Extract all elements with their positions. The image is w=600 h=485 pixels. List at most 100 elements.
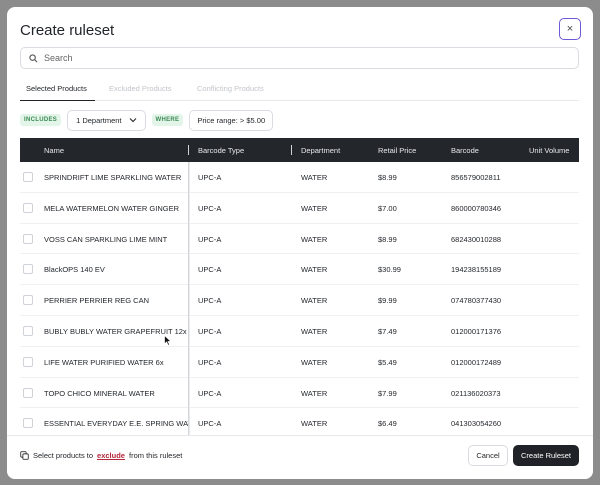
cell-department: WATER (301, 203, 328, 213)
cell-department: WATER (301, 357, 328, 367)
tab-bar: Selected Products Excluded Products Conf… (20, 81, 579, 101)
row-checkbox[interactable] (23, 387, 33, 398)
cell-barcode: 194238155189 (451, 265, 502, 275)
cell-name: SPRINDRIFT LIME SPARKLING WATER (44, 173, 182, 182)
cell-name: BlackOPS 140 EV (44, 265, 105, 275)
row-checkbox[interactable] (23, 295, 33, 306)
table-row[interactable]: MELA WATERMELON WATER GINGER UPC-A WATER $7… (20, 192, 579, 224)
cell-retail-price: $7.00 (378, 203, 397, 213)
cancel-button[interactable]: Cancel (468, 445, 508, 466)
column-header-retail-price[interactable]: Retail Price (378, 146, 416, 155)
cell-barcode: 021136020373 (451, 388, 501, 398)
cell-barcode-type: UPC-A (198, 357, 222, 367)
cell-department: WATER (301, 296, 328, 306)
search-input[interactable] (44, 53, 578, 63)
column-header-department[interactable]: Department (301, 146, 340, 155)
products-table: Name Barcode Type Department Retail Pric… (20, 138, 579, 436)
filter-bar: INCLUDES 1 Department WHERE Price range:… (20, 109, 274, 131)
footer-note-prefix: Select products to (33, 451, 94, 460)
modal-footer: Select products to exclude from this rul… (7, 435, 593, 479)
column-header-unit-volume[interactable]: Unit Volume (529, 146, 569, 155)
create-ruleset-button[interactable]: Create Ruleset (513, 445, 579, 466)
row-checkbox[interactable] (23, 325, 33, 336)
cell-barcode-type: UPC-A (198, 173, 222, 182)
table-header: Name Barcode Type Department Retail Pric… (20, 138, 579, 162)
table-row[interactable]: TOPO CHICO MINERAL WATER UPC-A WATER $7.99 0… (20, 377, 579, 409)
cell-barcode: 041303054260 (451, 419, 502, 429)
price-condition-chip[interactable]: Price range: > $5.00 (189, 109, 274, 131)
table-row[interactable]: ESSENTIAL EVERYDAY E.E. SPRING WATER UPC-… (20, 408, 579, 436)
cell-retail-price: $8.99 (378, 173, 397, 182)
table-row[interactable]: LIFE WATER PURIFIED WATER 6x UPC-A WATER $5… (20, 346, 579, 378)
modal-title: Create ruleset (20, 22, 115, 39)
cell-department: WATER (301, 234, 328, 244)
cell-barcode: 074780377430 (451, 296, 502, 306)
cell-name: ESSENTIAL EVERYDAY E.E. SPRING WATER (44, 419, 189, 429)
create-ruleset-modal: Create ruleset × Selected Products Exclu… (7, 7, 593, 479)
department-dropdown[interactable]: 1 Department (67, 109, 146, 131)
tab-conflicting-products[interactable]: Conflicting Products (191, 81, 270, 101)
cell-name: LIFE WATER PURIFIED WATER 6x (44, 357, 164, 367)
cell-retail-price: $7.99 (378, 388, 397, 398)
copy-icon (20, 451, 29, 460)
price-condition-text: Price range: > $5.00 (197, 115, 266, 125)
chevron-down-icon (129, 118, 136, 123)
row-checkbox[interactable] (23, 356, 33, 367)
cell-retail-price: $9.99 (378, 296, 397, 306)
cell-department: WATER (301, 326, 328, 336)
cell-barcode: 682430010288 (451, 234, 502, 244)
row-checkbox[interactable] (23, 264, 33, 275)
cell-name: TOPO CHICO MINERAL WATER (44, 388, 155, 398)
includes-badge: INCLUDES (20, 114, 62, 126)
column-resize-handle[interactable] (188, 145, 189, 155)
close-button[interactable]: × (559, 18, 581, 40)
table-body: SPRINDRIFT LIME SPARKLING WATER UPC-A WATE… (20, 162, 579, 436)
cell-barcode-type: UPC-A (198, 203, 222, 213)
table-row[interactable]: PERRIER PERRIER REG CAN UPC-A WATER $9.99 07… (20, 285, 579, 316)
row-checkbox[interactable] (23, 202, 33, 213)
cell-retail-price: $8.99 (378, 234, 397, 244)
cell-barcode: 856579002811 (451, 173, 501, 182)
cell-name: MELA WATERMELON WATER GINGER (44, 203, 180, 213)
column-header-barcode-type[interactable]: Barcode Type (198, 146, 244, 155)
cell-barcode: 860000780346 (451, 203, 502, 213)
cell-department: WATER (301, 173, 328, 182)
cell-barcode: 012000171376 (451, 326, 502, 336)
cell-department: WATER (301, 388, 328, 398)
department-dropdown-value: 1 Department (76, 115, 122, 125)
table-row[interactable]: VOSS CAN SPARKLING LIME MINT UPC-A WATER $8… (20, 223, 579, 255)
table-row[interactable]: BUBLY BUBLY WATER GRAPEFRUIT 12x UPC-A WAT… (20, 315, 579, 347)
cell-department: WATER (301, 265, 328, 275)
close-icon: × (566, 23, 574, 35)
cell-barcode-type: UPC-A (198, 234, 222, 244)
footer-note: Select products to exclude from this rul… (20, 451, 182, 460)
mouse-cursor-icon (164, 335, 172, 346)
cell-barcode-type: UPC-A (198, 265, 222, 275)
cell-barcode-type: UPC-A (198, 419, 222, 429)
cell-retail-price: $6.49 (378, 419, 397, 429)
where-badge: WHERE (151, 114, 184, 126)
cell-barcode-type: UPC-A (198, 326, 222, 336)
footer-note-suffix: from this ruleset (128, 451, 183, 460)
row-checkbox[interactable] (23, 418, 33, 429)
column-resize-handle[interactable] (291, 145, 292, 155)
tab-selected-products[interactable]: Selected Products (20, 81, 95, 101)
cell-barcode-type: UPC-A (198, 388, 222, 398)
exclude-link[interactable]: exclude (97, 451, 125, 460)
tab-excluded-products[interactable]: Excluded Products (103, 81, 187, 101)
cell-barcode-type: UPC-A (198, 296, 222, 306)
cell-name: PERRIER PERRIER REG CAN (44, 296, 150, 306)
cell-name: VOSS CAN SPARKLING LIME MINT (44, 234, 168, 244)
table-row[interactable]: BlackOPS 140 EV UPC-A WATER $30.99 194238155… (20, 254, 579, 286)
row-checkbox[interactable] (23, 172, 33, 182)
cell-retail-price: $5.49 (378, 357, 397, 367)
cell-retail-price: $30.99 (378, 265, 401, 275)
search-icon (29, 53, 38, 62)
table-row[interactable]: SPRINDRIFT LIME SPARKLING WATER UPC-A WATE… (20, 162, 579, 193)
cell-department: WATER (301, 419, 328, 429)
row-checkbox[interactable] (23, 233, 33, 244)
sticky-column-divider (188, 162, 190, 436)
column-header-name[interactable]: Name (44, 146, 64, 155)
cell-retail-price: $7.49 (378, 326, 397, 336)
column-header-barcode[interactable]: Barcode (451, 146, 479, 155)
